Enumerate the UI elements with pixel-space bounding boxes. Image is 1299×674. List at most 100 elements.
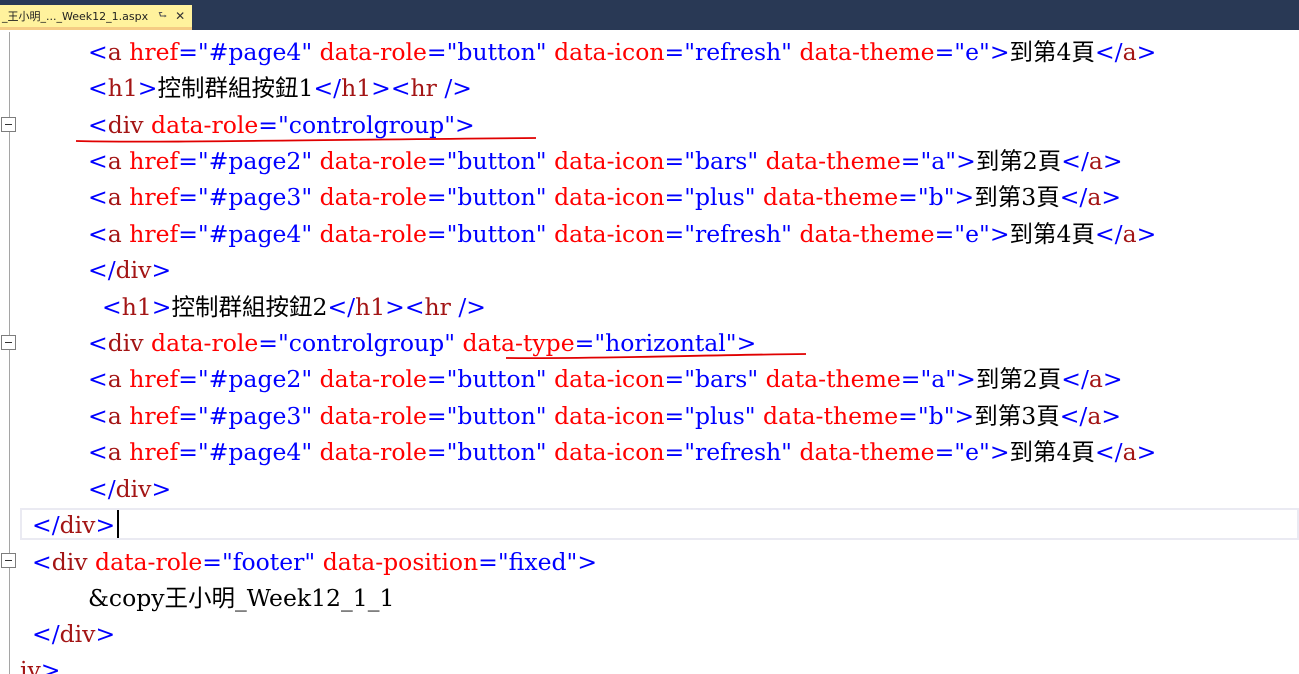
code-token: =	[258, 111, 278, 139]
code-token: "button"	[446, 38, 547, 66]
code-token: "#page3"	[197, 402, 313, 430]
code-token: =	[664, 38, 685, 66]
code-token: </	[88, 475, 116, 503]
code-token: >	[151, 293, 172, 321]
code-token: "footer"	[222, 548, 316, 576]
code-line[interactable]: <a href="#page4" data-role="button" data…	[88, 434, 1156, 470]
code-token: />	[436, 74, 472, 102]
code-token: data-role	[319, 183, 427, 211]
code-token: data-role	[319, 365, 427, 393]
document-tab-title[interactable]: _王小明_..._Week12_1.aspx	[2, 8, 148, 24]
code-token: <	[88, 38, 108, 66]
code-line[interactable]: <a href="#page2" data-role="button" data…	[88, 143, 1123, 179]
code-token: <	[88, 183, 108, 211]
code-token: a	[1122, 220, 1137, 248]
code-token: div	[59, 511, 96, 539]
code-token: href	[129, 402, 179, 430]
code-token: >	[137, 74, 158, 102]
code-token: h1	[107, 74, 138, 102]
code-token: =	[178, 220, 198, 248]
code-token: </	[1061, 365, 1089, 393]
code-token: hr	[424, 293, 451, 321]
code-token: =	[478, 548, 498, 576]
code-token: href	[129, 220, 179, 248]
code-line[interactable]: <a href="#page2" data-role="button" data…	[88, 361, 1123, 397]
code-token: >	[1101, 183, 1122, 211]
code-token: =	[934, 220, 955, 248]
code-line[interactable]: iv>	[20, 652, 61, 674]
code-token: "button"	[446, 402, 547, 430]
code-token: "e"	[954, 220, 990, 248]
code-token: ><	[371, 74, 411, 102]
code-token: data-theme	[799, 220, 935, 248]
code-line[interactable]: <div data-role="controlgroup" data-type=…	[88, 325, 756, 361]
code-token: a	[1088, 365, 1103, 393]
code-token: =	[178, 438, 198, 466]
code-token: a	[107, 38, 122, 66]
code-token: "bars"	[684, 365, 759, 393]
code-token: <	[88, 402, 108, 430]
code-token: <	[88, 329, 108, 357]
code-token: =	[898, 402, 918, 430]
code-line[interactable]: <div data-role="footer" data-position="f…	[32, 544, 597, 580]
code-token: div	[107, 329, 144, 357]
code-line[interactable]: <div data-role="controlgroup">	[88, 107, 475, 143]
code-line[interactable]: <a href="#page4" data-role="button" data…	[88, 34, 1156, 70]
code-token: </	[1094, 220, 1123, 248]
collapse-region-icon[interactable]	[1, 553, 16, 568]
code-token: </	[1059, 402, 1088, 430]
code-token: data-role	[151, 111, 259, 139]
pin-icon[interactable]: ⮑	[158, 8, 167, 25]
code-token: data-theme	[763, 402, 899, 430]
code-line[interactable]: </div>	[88, 252, 171, 288]
code-token: =	[426, 147, 447, 175]
code-token: data-theme	[765, 147, 901, 175]
code-token: />	[450, 293, 486, 321]
code-token: 控制群組按鈕2	[171, 293, 328, 321]
code-token: </	[32, 620, 60, 648]
code-token: ><	[385, 293, 425, 321]
code-line[interactable]: <h1>控制群組按鈕1</h1><hr />	[88, 70, 472, 106]
code-token: >	[954, 402, 975, 430]
code-token: =	[202, 548, 222, 576]
code-line[interactable]: <a href="#page4" data-role="button" data…	[88, 216, 1156, 252]
code-token: a	[1087, 402, 1102, 430]
code-token: <	[88, 111, 108, 139]
code-line[interactable]: </div>	[32, 616, 115, 652]
code-token: 控制群組按鈕1	[157, 74, 314, 102]
code-line[interactable]: <a href="#page3" data-role="button" data…	[88, 179, 1121, 215]
code-line[interactable]: <h1>控制群組按鈕2</h1><hr />	[102, 289, 486, 325]
code-token: data-icon	[554, 220, 665, 248]
code-token: "#page4"	[197, 38, 313, 66]
close-icon[interactable]: ✕	[175, 9, 185, 23]
code-token: div	[107, 111, 144, 139]
code-line[interactable]: </div>	[32, 507, 115, 543]
code-token: "b"	[917, 183, 955, 211]
code-token: <	[88, 147, 108, 175]
code-line[interactable]: </div>	[88, 471, 171, 507]
code-token: a	[107, 402, 122, 430]
collapse-region-icon[interactable]	[1, 335, 16, 350]
document-tab[interactable]: _王小明_..._Week12_1.aspx ⮑ ✕	[0, 5, 192, 30]
code-token: "plus"	[684, 183, 756, 211]
collapse-region-icon[interactable]	[1, 117, 16, 132]
code-line[interactable]: <a href="#page3" data-role="button" data…	[88, 398, 1121, 434]
code-line[interactable]: &copy王小明_Week12_1_1	[88, 580, 394, 616]
code-token: >	[95, 620, 116, 648]
code-token: href	[129, 38, 179, 66]
code-token: 到第4頁	[1009, 220, 1095, 248]
code-token: =	[426, 365, 447, 393]
code-token: >	[1136, 438, 1157, 466]
code-token: =	[934, 438, 955, 466]
code-token: <	[32, 548, 52, 576]
code-token: <	[88, 365, 108, 393]
code-editor[interactable]: <a href="#page4" data-role="button" data…	[0, 32, 1299, 674]
code-token: "a"	[920, 147, 957, 175]
code-token: data-theme	[799, 38, 935, 66]
code-token: 到第4頁	[1009, 438, 1095, 466]
